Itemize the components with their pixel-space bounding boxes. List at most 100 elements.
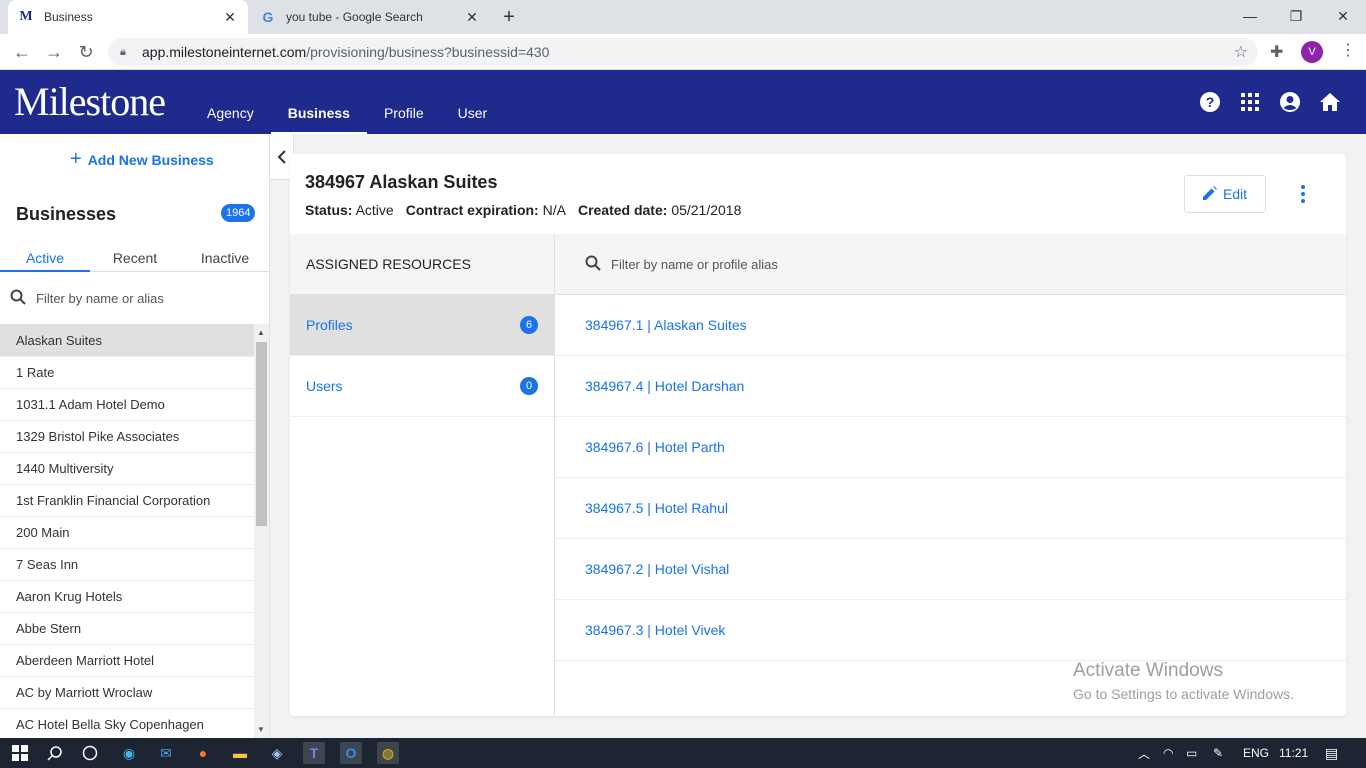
browser-profile-avatar[interactable]: V xyxy=(1301,41,1323,63)
scrollbar-thumb[interactable] xyxy=(256,342,267,526)
nav-user[interactable]: User xyxy=(441,70,505,134)
activate-windows-watermark: Activate Windows Go to Settings to activ… xyxy=(1073,660,1294,702)
list-item[interactable]: 1 Rate xyxy=(0,357,254,389)
list-item[interactable]: Aberdeen Marriott Hotel xyxy=(0,645,254,677)
profile-link[interactable]: 384967.6 | Hotel Parth xyxy=(555,417,1346,478)
profile-link[interactable]: 384967.5 | Hotel Rahul xyxy=(555,478,1346,539)
tab-active[interactable]: Active xyxy=(0,246,90,272)
mail-icon[interactable]: ✉ xyxy=(155,742,177,764)
help-icon[interactable]: ? xyxy=(1199,91,1221,113)
created-field: Created date: 05/21/2018 xyxy=(578,202,741,218)
business-search-input[interactable]: Filter by name or alias xyxy=(0,282,270,314)
account-icon[interactable] xyxy=(1279,91,1301,113)
edit-button[interactable]: Edit xyxy=(1184,175,1266,213)
business-detail-card: 384967 Alaskan Suites Status: Active Con… xyxy=(290,154,1346,716)
resource-label: Profiles xyxy=(306,317,353,333)
minimize-button[interactable]: — xyxy=(1227,4,1273,28)
created-label: Created date: xyxy=(577,202,668,218)
list-item[interactable]: Aaron Krug Hotels xyxy=(0,581,254,613)
pen-icon[interactable]: ✎ xyxy=(1213,738,1223,768)
list-item[interactable]: 1440 Multiversity xyxy=(0,453,254,485)
watermark-title: Activate Windows xyxy=(1073,660,1223,681)
home-icon[interactable] xyxy=(1319,91,1341,113)
browser-tabstrip: M Business ✕ G you tube - Google Search … xyxy=(0,0,1366,34)
profile-link[interactable]: 384967.2 | Hotel Vishal xyxy=(555,539,1346,600)
business-meta: Status: Active Contract expiration: N/A … xyxy=(305,202,741,218)
lock-icon: 🔒︎ xyxy=(120,45,126,58)
browser-menu-icon[interactable]: ⋮ xyxy=(1340,40,1356,60)
language-indicator[interactable]: ENG xyxy=(1243,738,1269,768)
pencil-icon xyxy=(1202,185,1217,203)
address-bar[interactable]: 🔒︎ app.milestoneinternet.com/provisionin… xyxy=(108,38,1258,66)
clock[interactable]: 11:21 xyxy=(1279,738,1308,768)
browser-tab-business[interactable]: M Business ✕ xyxy=(8,0,248,34)
resource-item-profiles[interactable]: Profiles 6 xyxy=(290,295,554,356)
list-item[interactable]: 1329 Bristol Pike Associates xyxy=(0,421,254,453)
business-title: 384967 Alaskan Suites xyxy=(305,172,498,192)
notifications-icon[interactable]: ▤ xyxy=(1325,738,1338,768)
contract-label: Contract expiration: xyxy=(405,202,539,218)
url-path: /provisioning/business?businessid=430 xyxy=(306,44,550,60)
close-tab-icon[interactable]: ✕ xyxy=(464,9,480,26)
business-search-placeholder: Filter by name or alias xyxy=(36,290,164,306)
bookmark-star-icon[interactable]: ☆ xyxy=(1234,42,1248,62)
scroll-down-icon[interactable]: ▼ xyxy=(257,725,265,734)
scroll-up-icon[interactable]: ▲ xyxy=(257,328,265,337)
taskbar-search-icon[interactable] xyxy=(44,742,66,764)
add-new-business-button[interactable]: + Add New Business xyxy=(70,148,214,171)
forward-arrow-icon[interactable]: → xyxy=(42,40,66,64)
browser-tab-google[interactable]: G you tube - Google Search ✕ xyxy=(250,0,490,34)
list-item[interactable]: 1031.1 Adam Hotel Demo xyxy=(0,389,254,421)
list-item[interactable]: AC by Marriott Wroclaw xyxy=(0,677,254,709)
close-window-button[interactable]: ✕ xyxy=(1320,4,1366,28)
edit-label: Edit xyxy=(1222,186,1248,202)
business-list-scrollbar[interactable]: ▲ ▼ xyxy=(254,324,269,738)
firefox-icon[interactable]: ● xyxy=(192,742,214,764)
profile-search-placeholder: Filter by name or profile alias xyxy=(611,256,778,272)
tab-title: Business xyxy=(44,10,93,24)
extensions-puzzle-icon[interactable]: ✚ xyxy=(1270,42,1283,62)
business-list: Alaskan Suites 1 Rate 1031.1 Adam Hotel … xyxy=(0,324,254,738)
tab-recent[interactable]: Recent xyxy=(90,246,180,271)
close-tab-icon[interactable]: ✕ xyxy=(222,9,238,26)
back-arrow-icon[interactable]: ← xyxy=(10,40,34,64)
nav-business[interactable]: Business xyxy=(270,70,368,134)
edge-browser-icon[interactable]: ◉ xyxy=(118,742,140,764)
list-item[interactable]: 200 Main xyxy=(0,517,254,549)
list-item[interactable]: AC Hotel Bella Sky Copenhagen xyxy=(0,709,254,738)
list-item[interactable]: 1st Franklin Financial Corporation xyxy=(0,485,254,517)
outlook-icon[interactable]: O xyxy=(340,742,362,764)
svg-text:?: ? xyxy=(1206,94,1215,110)
tray-chevron-icon[interactable]: ︿ xyxy=(1138,738,1150,768)
profiles-count-badge: 6 xyxy=(520,316,538,334)
profile-link[interactable]: 384967.3 | Hotel Vivek xyxy=(555,600,1346,661)
3d-viewer-icon[interactable]: ◈ xyxy=(266,742,288,764)
milestone-logo[interactable]: Milestone xyxy=(14,78,166,125)
reload-icon[interactable]: ↻ xyxy=(74,40,98,64)
nav-agency[interactable]: Agency xyxy=(190,70,271,134)
more-options-icon[interactable] xyxy=(1295,182,1311,206)
new-tab-button[interactable]: + xyxy=(497,5,521,29)
list-item[interactable]: Abbe Stern xyxy=(0,613,254,645)
list-item[interactable]: 7 Seas Inn xyxy=(0,549,254,581)
resource-item-users[interactable]: Users 0 xyxy=(290,356,554,417)
list-item[interactable]: Alaskan Suites xyxy=(0,325,254,357)
status-label: Status: xyxy=(305,202,353,218)
profiles-panel: Filter by name or profile alias 384967.1… xyxy=(555,234,1346,716)
app-header: Milestone Agency Business Profile User xyxy=(0,70,1366,134)
profile-search-input[interactable]: Filter by name or profile alias xyxy=(555,234,1346,295)
task-view-icon[interactable] xyxy=(79,742,101,764)
restore-button[interactable]: ❐ xyxy=(1273,4,1319,28)
nav-profile[interactable]: Profile xyxy=(367,70,441,134)
chrome-icon[interactable]: ◍ xyxy=(377,742,399,764)
wifi-icon[interactable]: ◠ xyxy=(1163,738,1173,768)
windows-start-icon[interactable] xyxy=(9,742,31,764)
teams-icon[interactable]: T xyxy=(303,742,325,764)
profile-link[interactable]: 384967.4 | Hotel Darshan xyxy=(555,356,1346,417)
apps-grid-icon[interactable] xyxy=(1239,91,1261,113)
battery-icon[interactable]: ▭ xyxy=(1186,738,1197,768)
tab-inactive[interactable]: Inactive xyxy=(180,246,270,271)
file-explorer-icon[interactable]: ▬ xyxy=(229,742,251,764)
profile-link[interactable]: 384967.1 | Alaskan Suites xyxy=(555,295,1346,356)
businesses-count-badge: 1964 xyxy=(221,204,256,222)
